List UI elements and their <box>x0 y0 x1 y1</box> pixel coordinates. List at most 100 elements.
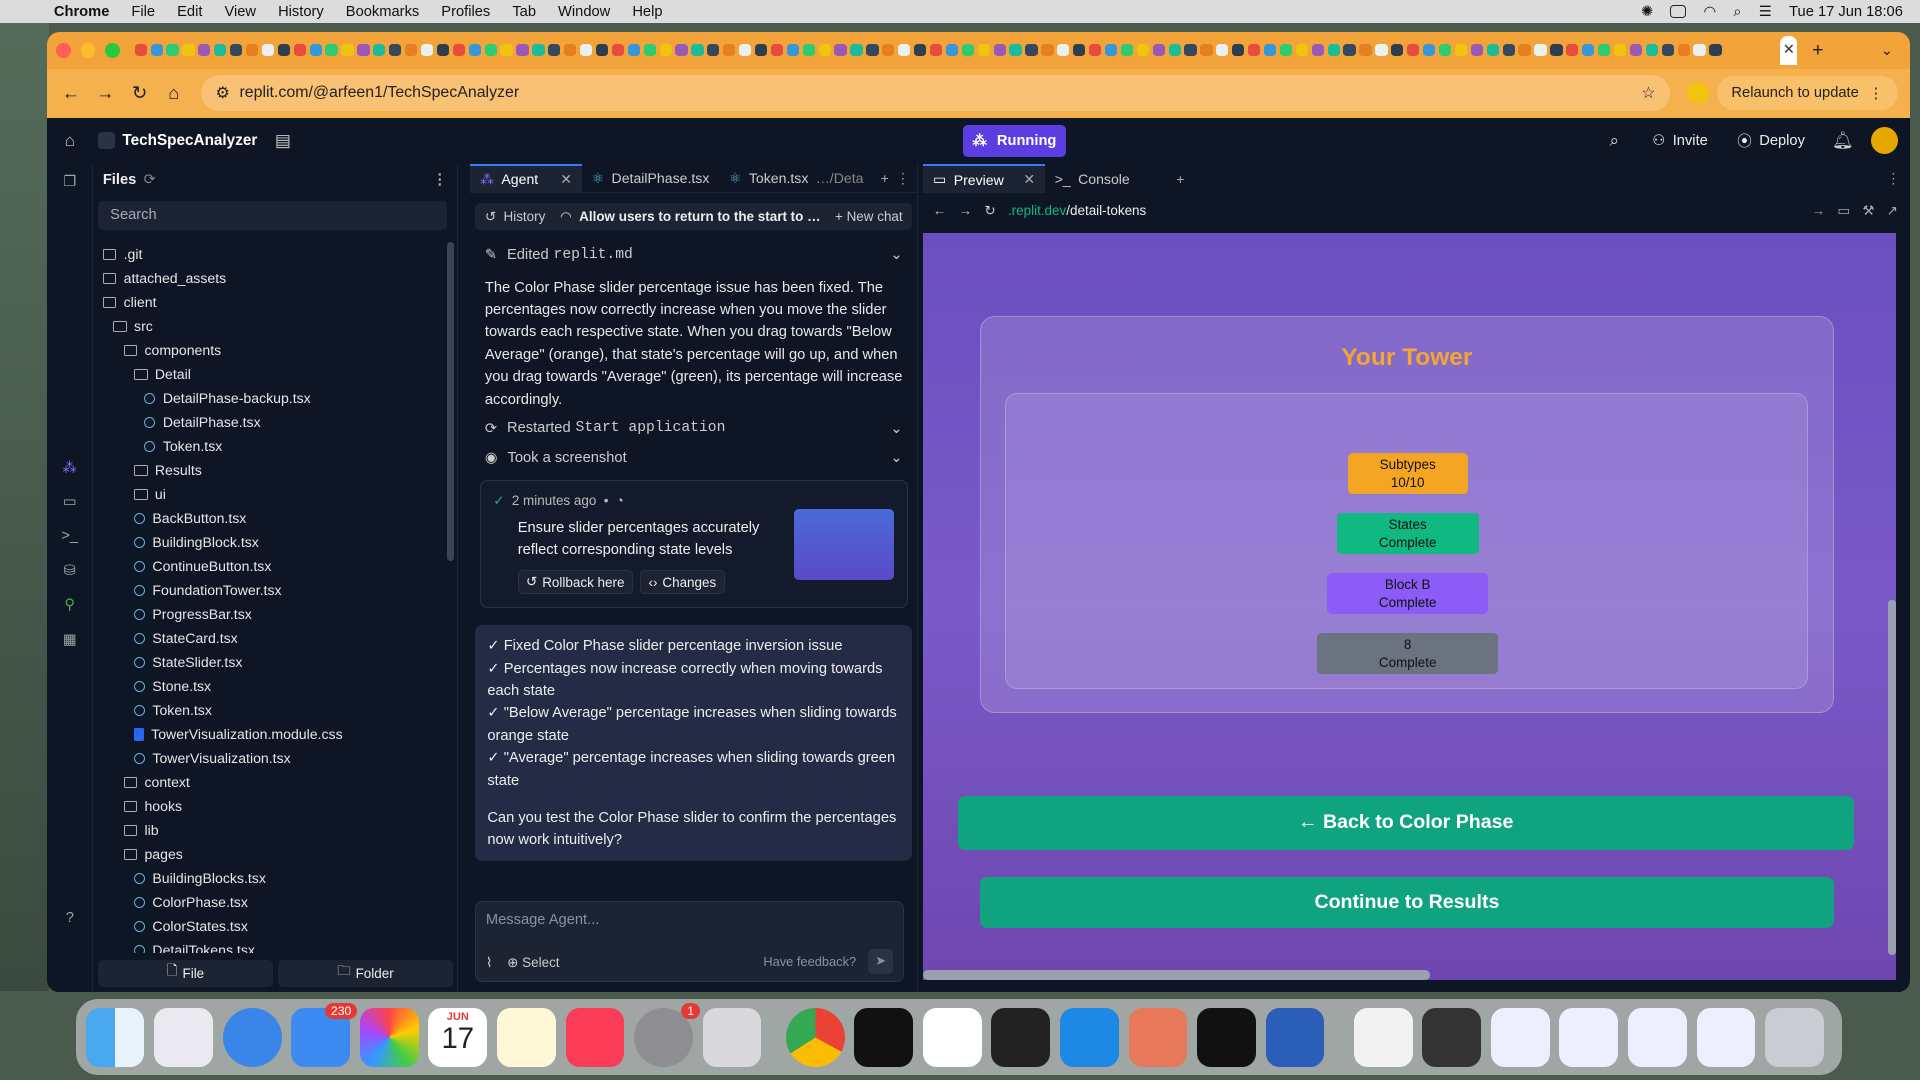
pinned-tab-favicon[interactable] <box>786 44 799 57</box>
all-tools-icon[interactable]: ▦ <box>47 622 94 656</box>
file-tree-item[interactable]: TowerVisualization.module.css <box>93 722 448 746</box>
pinned-tab-favicon[interactable] <box>389 44 402 57</box>
pinned-tab-favicon[interactable] <box>1152 44 1165 57</box>
file-tree-scrollbar[interactable] <box>447 242 455 561</box>
search-icon[interactable]: ⌕ <box>1596 122 1633 159</box>
preview-icon[interactable]: ▭ <box>47 485 94 519</box>
pinned-tab-favicon[interactable] <box>1597 44 1611 57</box>
file-tree-item[interactable]: DetailPhase-backup.tsx <box>93 386 448 410</box>
tab-detailphase[interactable]: ⚛ DetailPhase.tsx <box>582 164 719 193</box>
back-to-color-phase-button[interactable]: ← Back to Color Phase <box>957 795 1854 850</box>
iphone-mirroring-icon[interactable] <box>702 1007 762 1067</box>
file-tree-item[interactable]: BackButton.tsx <box>93 506 448 530</box>
chrome-icon[interactable] <box>785 1007 845 1067</box>
menu-bookmarks[interactable]: Bookmarks <box>346 4 419 20</box>
pinned-tab-favicon[interactable] <box>1041 44 1054 57</box>
pinned-tab-favicon[interactable] <box>1025 44 1038 57</box>
file-tree-item[interactable]: ProgressBar.tsx <box>93 602 448 626</box>
cube-app-icon[interactable] <box>991 1007 1051 1067</box>
pinned-tab-favicon[interactable] <box>945 44 959 57</box>
pinned-tab-favicon[interactable] <box>309 44 322 57</box>
pinned-tab-favicon[interactable] <box>1120 44 1134 57</box>
chevron-down-icon[interactable]: ⌄ <box>890 420 902 437</box>
preview-url[interactable]: .replit.dev/detail-tokens <box>1008 203 1146 218</box>
pinned-tab-favicon[interactable] <box>1423 44 1436 57</box>
pinned-tab-favicon[interactable] <box>802 44 815 57</box>
tab-agent[interactable]: ⁂ Agent ✕ <box>470 163 582 193</box>
notifications-bell-icon[interactable]: 🔔︎ <box>1825 122 1862 159</box>
site-info-icon[interactable]: ⚙ <box>215 83 229 103</box>
pinned-tab-favicon[interactable] <box>1104 44 1118 57</box>
pinned-tab-favicon[interactable] <box>1136 44 1149 57</box>
file-tree-item[interactable]: DetailPhase.tsx <box>93 410 448 434</box>
select-button[interactable]: ⊕ Select <box>507 955 559 971</box>
mail-icon[interactable]: 230 <box>291 1002 358 1067</box>
pinned-tab-favicon[interactable] <box>834 44 847 57</box>
screenshot-row[interactable]: ◉ Took a screenshot ⌄ <box>470 443 917 472</box>
pinned-tab-favicon[interactable] <box>866 44 879 57</box>
pinned-tab-favicon[interactable] <box>627 44 640 57</box>
safari-icon[interactable] <box>222 1007 282 1067</box>
calendar-icon[interactable]: JUN 17 <box>428 1007 488 1067</box>
pinned-tab-favicon[interactable] <box>1645 44 1658 57</box>
pinned-tab-favicon[interactable] <box>993 44 1006 57</box>
pinned-tab-favicon[interactable] <box>1073 44 1086 57</box>
pinned-tab-favicon[interactable] <box>1438 44 1452 57</box>
help-icon[interactable]: ? <box>47 901 94 935</box>
pinned-tab-favicon[interactable] <box>1709 44 1722 57</box>
tab-token[interactable]: ⚛ Token.tsx …/Deta <box>719 164 873 193</box>
edited-file-row[interactable]: ✎ Edited replit.md ⌄ <box>470 240 917 269</box>
menu-profiles[interactable]: Profiles <box>441 4 490 20</box>
zoom-window-button[interactable] <box>105 42 120 58</box>
pinned-tab-favicon[interactable] <box>1359 44 1372 57</box>
chatgpt-icon[interactable] <box>922 1007 982 1067</box>
pinned-tab-favicon[interactable] <box>770 44 784 57</box>
files-search-input[interactable]: Search <box>97 200 448 231</box>
pinned-tab-favicon[interactable] <box>1375 44 1388 57</box>
file-tree-item[interactable]: src <box>93 314 448 338</box>
file-tree-item[interactable]: client <box>93 290 448 314</box>
system-settings-icon[interactable]: 1 <box>634 1002 701 1067</box>
pinned-tab-favicon[interactable] <box>1550 44 1563 57</box>
add-tab-icon[interactable]: + <box>1176 171 1184 187</box>
pinned-tab-favicon[interactable] <box>341 44 354 57</box>
file-tree-item[interactable]: DetailTokens.tsx <box>93 938 448 953</box>
url-field[interactable]: ⚙ replit.com/@arfeen1/TechSpecAnalyzer ☆ <box>200 74 1671 112</box>
pinned-tab-favicon[interactable] <box>1216 44 1229 57</box>
pinned-tab-favicon[interactable] <box>214 44 227 57</box>
pinned-tab-favicon[interactable] <box>166 44 179 57</box>
file-tree-item[interactable]: lib <box>93 818 448 842</box>
recent-window-5[interactable] <box>1696 1007 1756 1067</box>
control-center-icon[interactable]: ☰ <box>1759 3 1772 20</box>
pinned-tab-favicon[interactable] <box>850 44 863 57</box>
relaunch-button[interactable]: Relaunch to update ⋮ <box>1716 75 1898 111</box>
forward-icon[interactable]: → <box>959 203 972 218</box>
new-chat-button[interactable]: + New chat <box>835 209 903 224</box>
file-tree-item[interactable]: Token.tsx <box>93 434 448 458</box>
pinned-tab-favicon[interactable] <box>452 44 465 57</box>
file-tree-item[interactable]: Token.tsx <box>93 698 448 722</box>
file-tree-item[interactable]: attached_assets <box>93 266 448 290</box>
open-new-window-icon[interactable]: ↗ <box>1887 203 1898 219</box>
pinned-tab-favicon[interactable] <box>977 44 990 57</box>
horizontal-scrollbar[interactable] <box>923 969 1431 980</box>
feedback-link[interactable]: Have feedback? <box>763 954 856 969</box>
more-menu-icon[interactable]: ⋮ <box>1869 85 1884 102</box>
file-tree-item[interactable]: .git <box>93 242 448 266</box>
pinned-tab-favicon[interactable] <box>579 44 593 57</box>
go-icon[interactable]: → <box>1812 203 1825 219</box>
launchpad-icon[interactable] <box>154 1007 213 1067</box>
trash-icon[interactable] <box>1765 1007 1824 1067</box>
layout-icon[interactable]: ▤ <box>265 122 302 159</box>
database-icon[interactable]: ⛁ <box>47 553 94 587</box>
menu-file[interactable]: File <box>131 4 155 20</box>
agent-icon[interactable]: ⁂ <box>47 451 94 485</box>
word-icon[interactable] <box>1265 1007 1325 1067</box>
agent-scrollbar[interactable] <box>908 262 915 764</box>
finder-icon[interactable] <box>85 1007 145 1067</box>
pinned-tab-favicon[interactable] <box>261 44 275 57</box>
pinned-tab-favicon[interactable] <box>420 44 434 57</box>
pinned-tab-favicon[interactable] <box>1295 44 1308 57</box>
rollback-button[interactable]: ↺ Rollback here <box>517 569 633 595</box>
pinned-tab-favicon[interactable] <box>548 44 561 57</box>
